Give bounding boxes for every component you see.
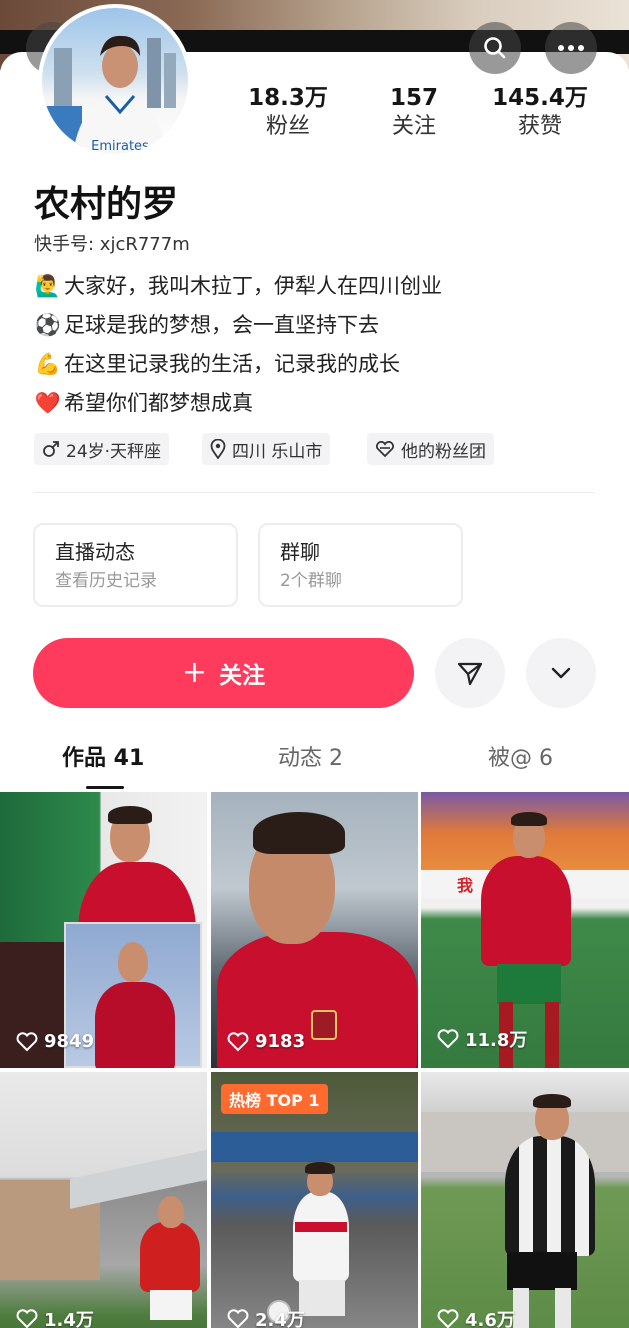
raising-hand-emoji: 🙋‍♂️ xyxy=(34,274,62,298)
likes-count: 9849 xyxy=(16,1031,94,1052)
bio-text: 希望你们都梦想成真 xyxy=(64,391,253,415)
fan-club-heart-icon xyxy=(376,441,394,457)
more-dots-icon xyxy=(558,45,584,51)
likes-count: 4.6万 xyxy=(437,1306,515,1328)
bio-line: ❤️ 希望你们都梦想成真 xyxy=(34,387,253,417)
likes-text: 4.6万 xyxy=(465,1310,515,1328)
video-thumbnail[interactable]: 4.6万 xyxy=(421,1072,629,1328)
stat-following[interactable]: 157 关注 xyxy=(374,84,454,142)
likes-label: 获赞 xyxy=(517,114,562,139)
stat-likes[interactable]: 145.4万 获赞 xyxy=(490,84,590,142)
tag-location-text: 四川 乐山市 xyxy=(232,441,323,462)
heart-outline-icon xyxy=(437,1029,459,1049)
tab-works[interactable]: 作品 41 xyxy=(62,740,144,772)
bio-text: 在这里记录我的生活，记录我的成长 xyxy=(64,352,400,376)
likes-text: 9183 xyxy=(255,1031,306,1052)
user-id[interactable]: 快手号: xjcR777m xyxy=(34,230,190,256)
svg-text:Emirates: Emirates xyxy=(91,139,149,154)
likes-count: 2.4万 xyxy=(227,1306,305,1328)
fans-label: 粉丝 xyxy=(265,114,310,139)
entry-subtitle: 2个群聊 xyxy=(280,571,342,591)
send-icon xyxy=(457,662,483,686)
fans-count: 18.3万 xyxy=(248,85,328,111)
active-tab-indicator xyxy=(86,786,124,789)
search-button[interactable] xyxy=(469,22,521,74)
following-label: 关注 xyxy=(391,114,436,139)
follow-button[interactable]: + 关注 xyxy=(33,638,414,708)
likes-text: 11.8万 xyxy=(465,1030,528,1051)
heart-outline-icon xyxy=(16,1031,38,1051)
live-history-entry[interactable]: 直播动态 查看历史记录 xyxy=(33,523,238,607)
stat-fans[interactable]: 18.3万 粉丝 xyxy=(246,84,330,142)
likes-text: 1.4万 xyxy=(44,1310,94,1328)
likes-count: 9183 xyxy=(227,1031,305,1052)
entry-title: 直播动态 xyxy=(55,540,135,564)
avatar[interactable]: Emirates xyxy=(38,4,192,158)
heart-outline-icon xyxy=(227,1309,249,1328)
video-thumbnail[interactable]: 9183 xyxy=(211,792,418,1068)
video-thumbnail[interactable]: 1.4万 xyxy=(0,1072,207,1328)
tag-fan-club-text: 他的粉丝团 xyxy=(401,441,486,462)
likes-text: 2.4万 xyxy=(255,1310,305,1328)
profile-name: 农村的罗 xyxy=(34,184,179,225)
likes-count: 11.8万 xyxy=(437,1026,527,1052)
male-icon xyxy=(43,441,59,457)
red-heart-emoji: ❤️ xyxy=(34,391,62,415)
tag-age: 24岁·天秤座 xyxy=(34,433,170,465)
bio-line: 🙋‍♂️ 大家好，我叫木拉丁，伊犁人在四川创业 xyxy=(34,270,442,300)
tag-age-text: 24岁·天秤座 xyxy=(66,441,162,462)
plus-icon: + xyxy=(181,655,208,690)
tag-fan-club[interactable]: 他的粉丝团 xyxy=(367,433,494,465)
following-count: 157 xyxy=(389,85,438,111)
follow-label: 关注 xyxy=(219,663,266,689)
search-icon xyxy=(484,37,506,59)
heart-outline-icon xyxy=(437,1309,459,1328)
tag-location: 四川 乐山市 xyxy=(202,433,331,465)
chevron-down-icon xyxy=(551,667,571,679)
soccer-ball-emoji: ⚽ xyxy=(34,313,62,337)
flexed-biceps-emoji: 💪 xyxy=(34,352,62,376)
group-chat-entry[interactable]: 群聊 2个群聊 xyxy=(258,523,463,607)
bio-line: ⚽ 足球是我的梦想，会一直坚持下去 xyxy=(34,309,379,339)
hot-rank-badge: 热榜 TOP 1 xyxy=(221,1084,328,1114)
entry-subtitle: 查看历史记录 xyxy=(55,571,157,591)
bio-text: 大家好，我叫木拉丁，伊犁人在四川创业 xyxy=(64,274,442,298)
more-button[interactable] xyxy=(545,22,597,74)
heart-outline-icon xyxy=(16,1309,38,1328)
entry-title: 群聊 xyxy=(280,540,320,564)
likes-count: 145.4万 xyxy=(492,85,588,111)
video-thumbnail[interactable]: 9849 xyxy=(0,792,207,1068)
tab-moments[interactable]: 动态 2 xyxy=(278,740,343,772)
bio-line: 💪 在这里记录我的生活，记录我的成长 xyxy=(34,348,400,378)
likes-text: 9849 xyxy=(44,1031,95,1052)
video-thumbnail[interactable]: 我 11.8万 xyxy=(421,792,629,1068)
video-thumbnail[interactable]: 热榜 TOP 1 2.4万 xyxy=(211,1072,418,1328)
location-pin-icon xyxy=(210,439,226,459)
divider xyxy=(34,492,595,493)
heart-outline-icon xyxy=(227,1031,249,1051)
expand-button[interactable] xyxy=(526,638,596,708)
share-button[interactable] xyxy=(435,638,505,708)
likes-count: 1.4万 xyxy=(16,1306,94,1328)
bio-text: 足球是我的梦想，会一直坚持下去 xyxy=(64,313,379,337)
tab-mentions[interactable]: 被@ 6 xyxy=(488,740,553,772)
